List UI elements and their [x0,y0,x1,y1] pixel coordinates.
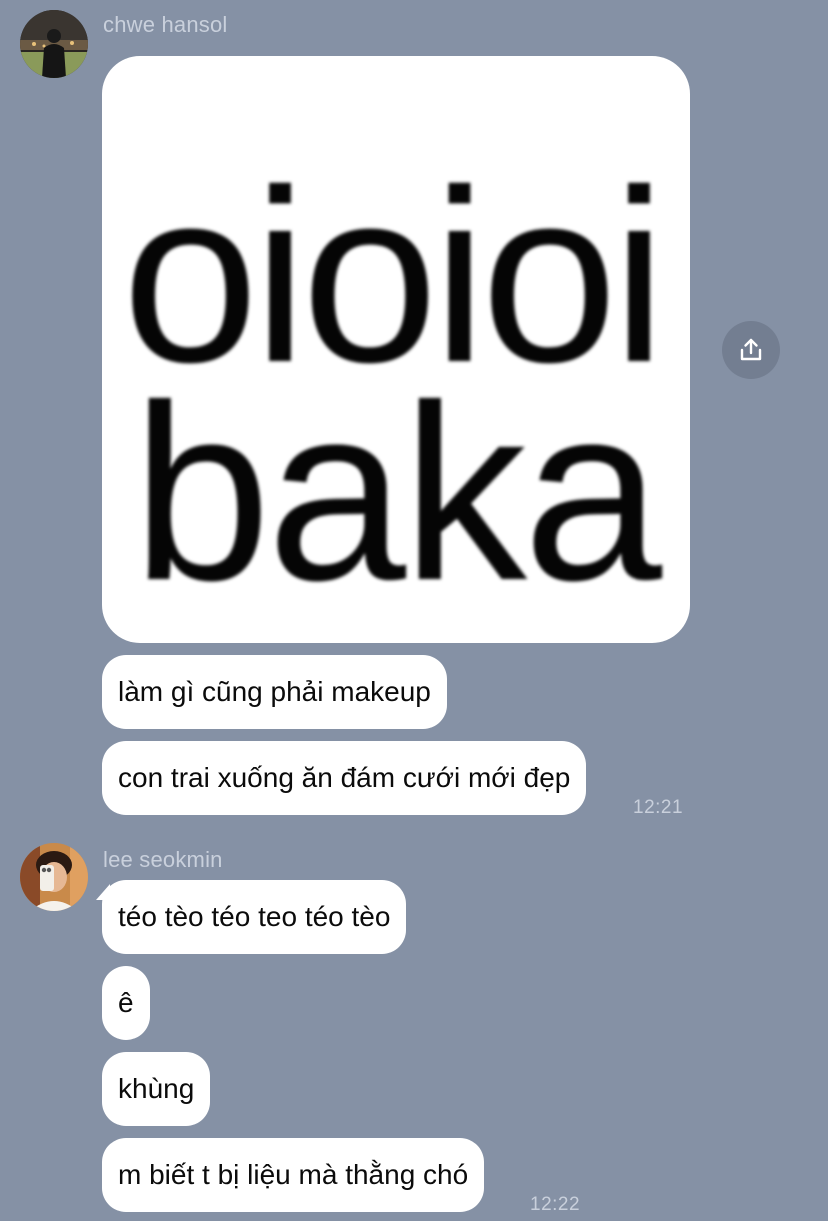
share-upload-icon [740,338,762,361]
message-bubble[interactable]: m biết t bị liệu mà thằng chó [102,1138,485,1212]
message-bubble[interactable]: làm gì cũng phải makeup [102,655,447,729]
avatar-photo [20,843,88,911]
message-timestamp: 12:22 [530,1194,581,1215]
avatar-photo [20,10,88,78]
message-bubble[interactable]: con trai xuống ăn đám cưới mới đẹp [102,741,587,815]
sender-name: lee seokmin [103,847,223,872]
message-bubble[interactable]: téo tèo téo teo téo tèo [102,880,407,954]
message-bubble[interactable]: ê [102,966,150,1040]
share-button[interactable] [722,321,780,379]
sticker-text-line2: baka [132,353,662,632]
message-bubble[interactable]: khùng [102,1052,211,1126]
avatar-lee-seokmin[interactable] [20,843,88,911]
sticker-message[interactable]: oioioi baka [102,56,690,643]
message-timestamp: 12:21 [633,797,684,818]
sender-name: chwe hansol [103,12,228,37]
avatar-chwe-hansol[interactable] [20,10,88,78]
